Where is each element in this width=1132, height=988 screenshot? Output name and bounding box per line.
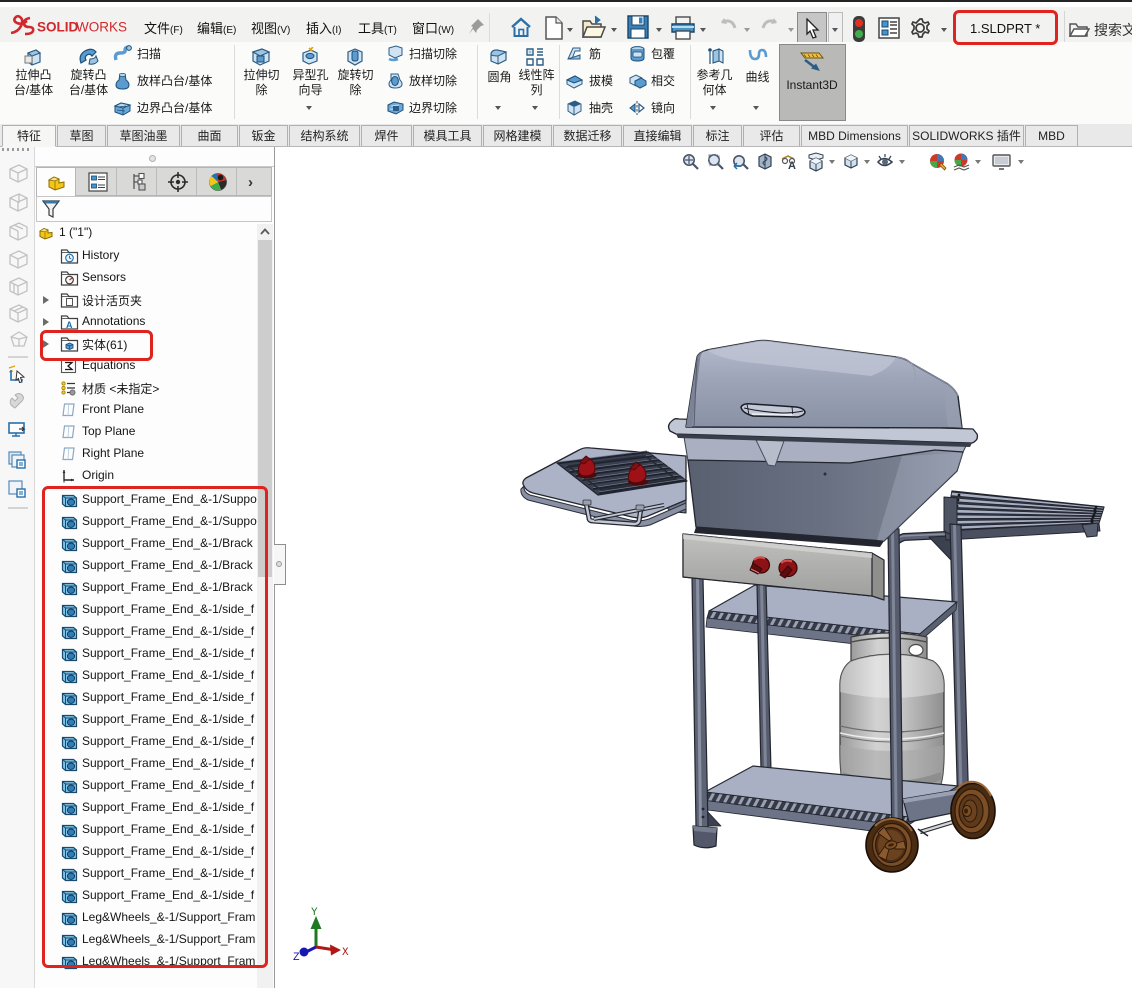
svg-text:X: X (342, 947, 349, 959)
svg-text:Y: Y (311, 907, 318, 919)
svg-text:SOLID: SOLID (37, 20, 79, 35)
svg-text:WORKS: WORKS (76, 20, 127, 35)
svg-text:A: A (66, 320, 73, 330)
svg-text:Z: Z (293, 952, 300, 964)
